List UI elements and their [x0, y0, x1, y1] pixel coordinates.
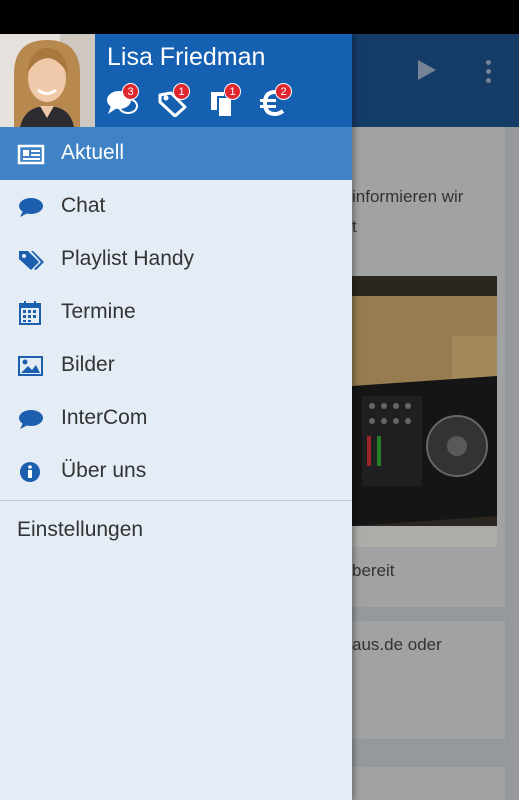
menu-item-playlist-handy[interactable]: Playlist Handy: [0, 233, 352, 286]
settings-item[interactable]: Einstellungen: [17, 518, 143, 542]
chat-bubble-icon: [17, 195, 43, 219]
status-bar: [0, 0, 519, 34]
menu-label-playlist-handy: Playlist Handy: [61, 247, 195, 270]
menu-item-chat[interactable]: Chat: [0, 180, 352, 233]
euro-badge: 2: [275, 83, 292, 100]
calendar-icon: [17, 301, 43, 325]
user-name: Lisa Friedman: [107, 43, 266, 71]
newspaper-icon: [17, 142, 45, 166]
euro-notifications[interactable]: 2: [259, 83, 295, 121]
tags-icon: [17, 248, 44, 272]
menu-label-ueber-uns: Über uns: [61, 459, 147, 482]
tags-badge: 1: [173, 83, 190, 100]
navigation-drawer: Lisa Friedman 3 1 1 2 Aktuell Chat Playl…: [0, 34, 352, 800]
menu-item-termine[interactable]: Termine: [0, 286, 352, 339]
chat-bubble-icon: [17, 407, 43, 431]
menu-item-aktuell[interactable]: Aktuell: [0, 127, 352, 180]
menu-label-bilder: Bilder: [61, 353, 115, 376]
tags-notifications[interactable]: 1: [157, 83, 193, 121]
menu-item-ueber-uns[interactable]: Über uns: [0, 445, 352, 498]
info-icon: [17, 460, 43, 484]
picture-icon: [17, 354, 43, 378]
drawer-header: Lisa Friedman 3 1 1 2: [0, 34, 352, 127]
menu-label-termine: Termine: [61, 300, 136, 323]
chat-notifications[interactable]: 3: [106, 83, 142, 121]
menu-item-bilder[interactable]: Bilder: [0, 339, 352, 392]
menu-divider: [0, 500, 352, 501]
copy-badge: 1: [224, 83, 241, 100]
menu-item-intercom[interactable]: InterCom: [0, 392, 352, 445]
menu-label-chat: Chat: [61, 194, 106, 217]
chat-badge: 3: [122, 83, 139, 100]
menu-label-aktuell: Aktuell: [61, 141, 125, 164]
copy-notifications[interactable]: 1: [208, 83, 244, 121]
avatar[interactable]: [0, 34, 95, 127]
menu-label-intercom: InterCom: [61, 406, 148, 429]
